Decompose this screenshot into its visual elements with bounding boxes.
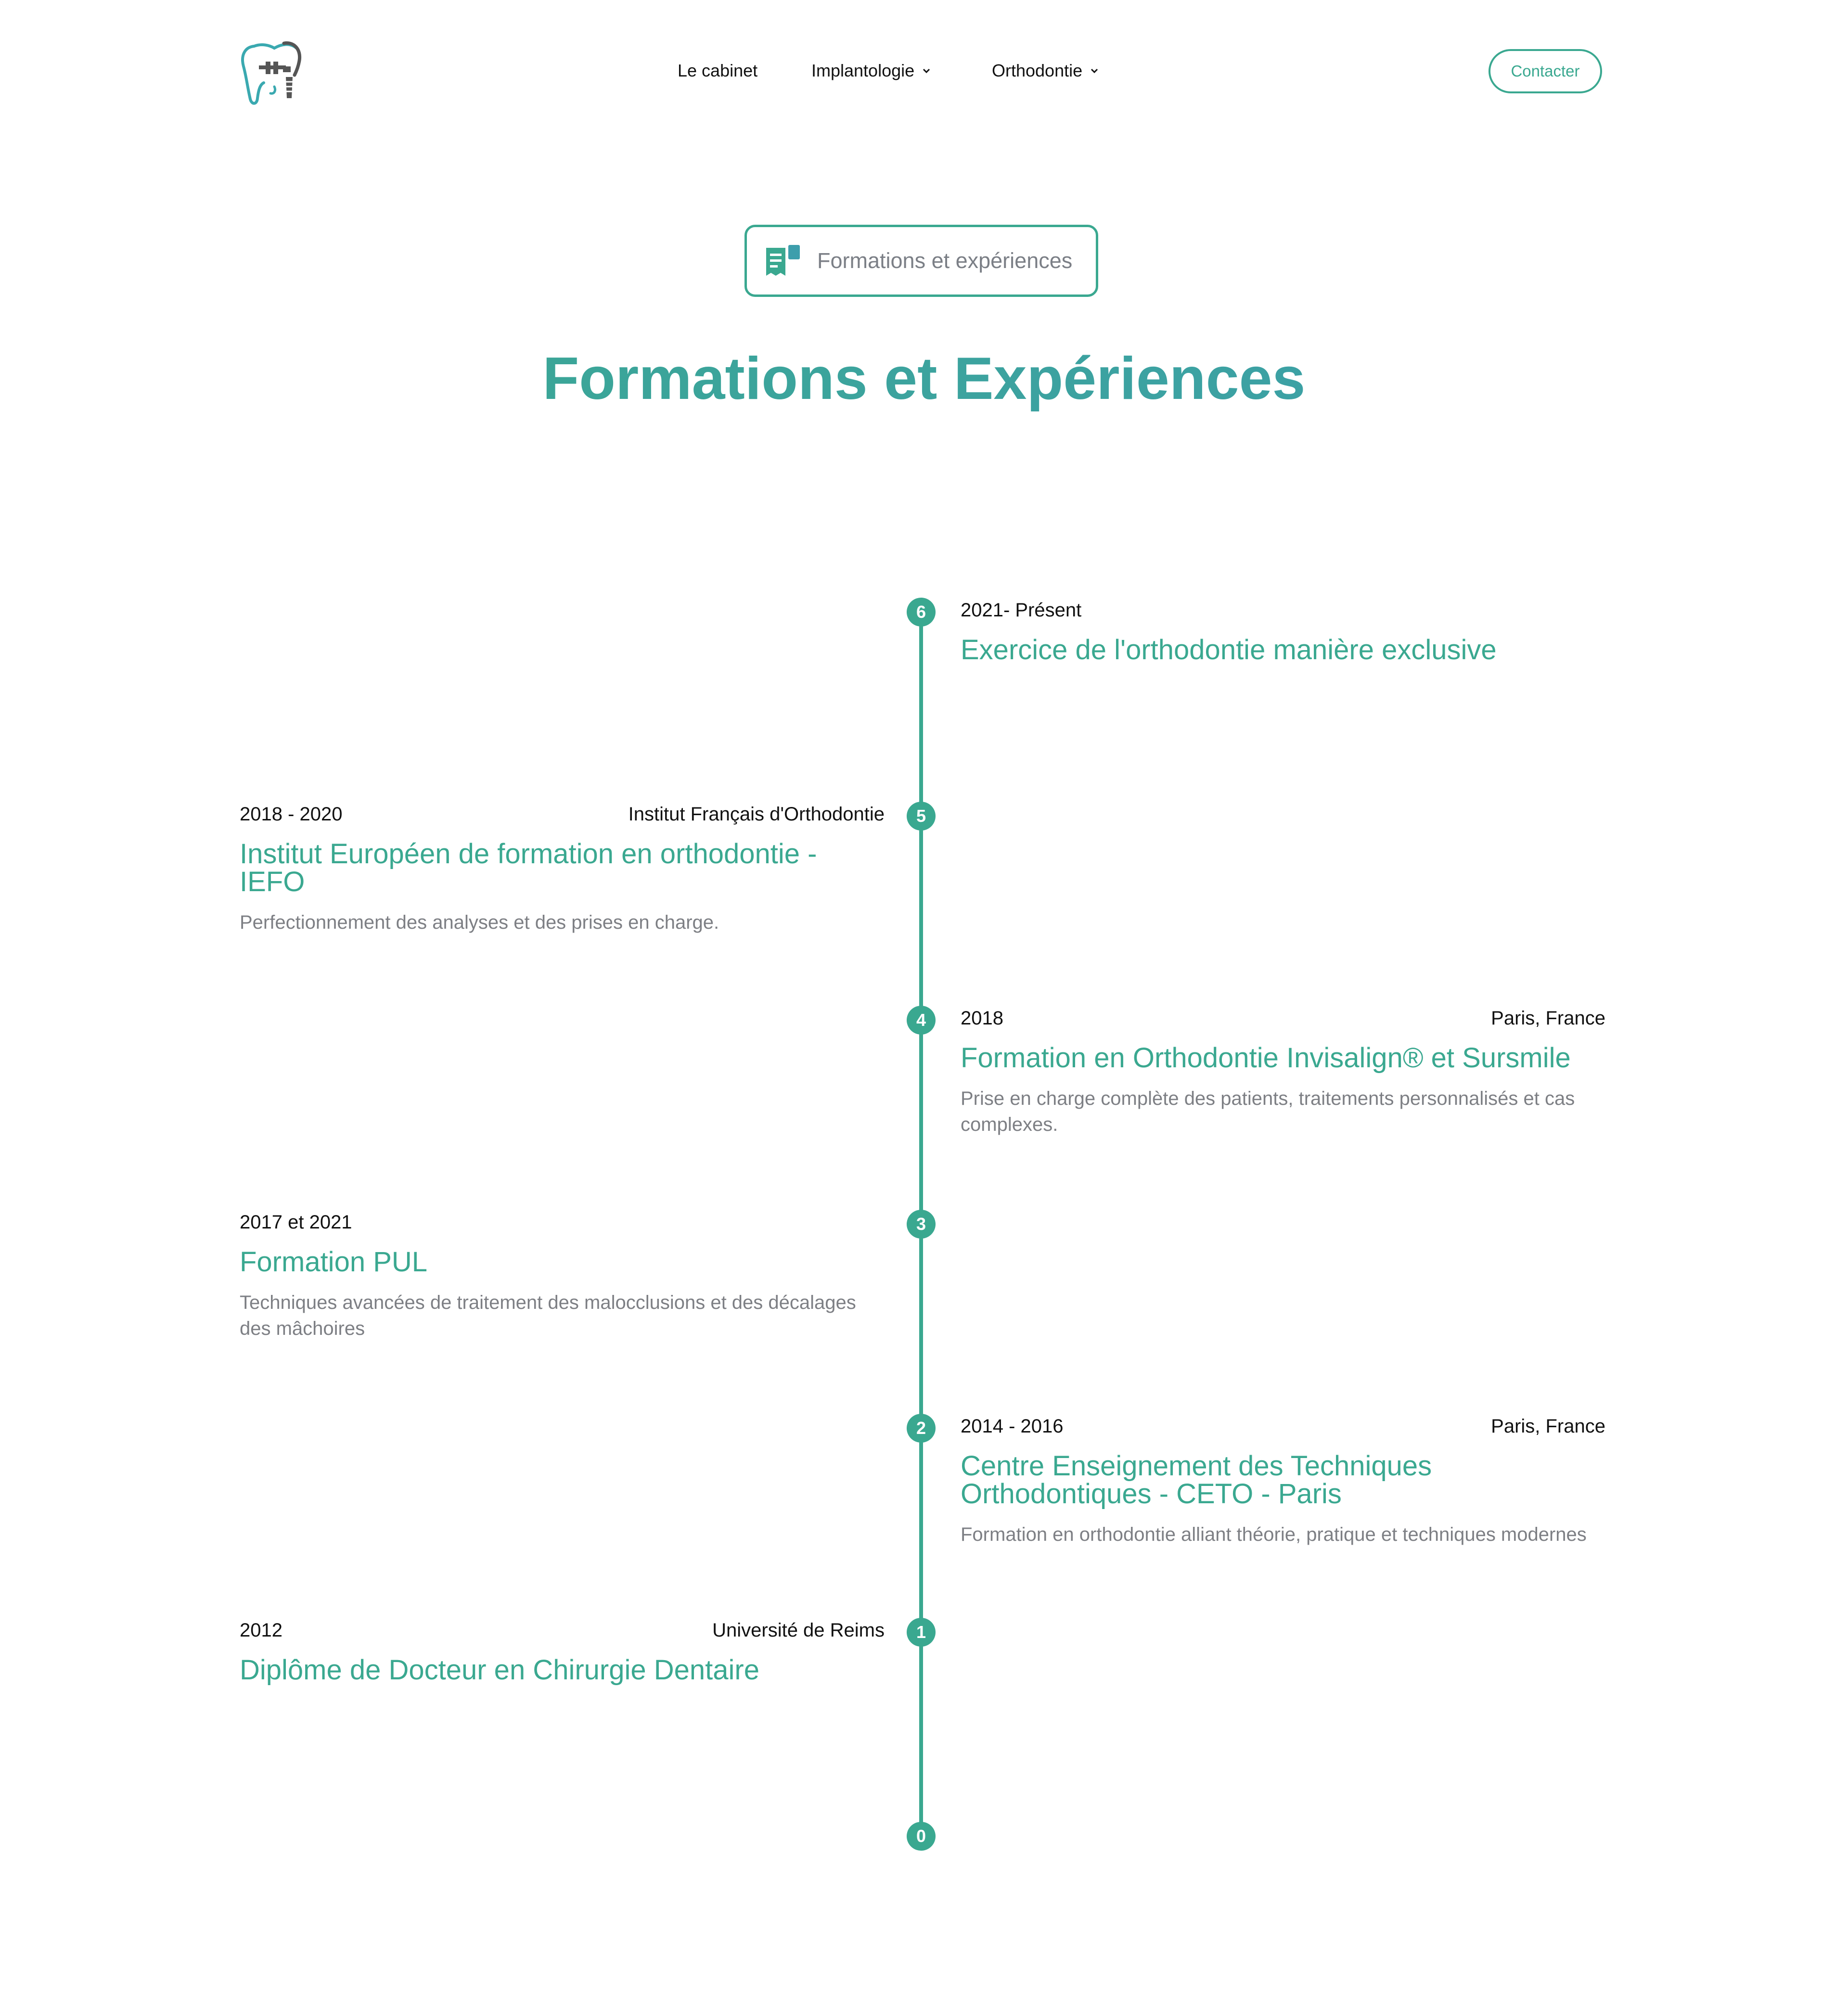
entry-date: 2014 - 2016 — [961, 1416, 1064, 1437]
entry-meta: 2014 - 2016 Paris, France — [961, 1415, 1605, 1438]
entry-date: 2018 — [961, 1008, 1003, 1029]
entry-title: Institut Européen de formation en orthod… — [240, 838, 817, 897]
entry-description: Formation en orthodontie alliant théorie… — [961, 1524, 1587, 1545]
entry-description: Prise en charge complète des patients, t… — [961, 1088, 1575, 1135]
timeline-dot: 5 — [907, 802, 936, 831]
page-title: Formations et Expériences — [0, 343, 1848, 415]
nav-label: Le cabinet — [678, 61, 758, 80]
entry-meta: 2017 et 2021 — [240, 1211, 885, 1234]
logo[interactable] — [240, 37, 303, 108]
chevron-down-icon — [1091, 68, 1098, 74]
section-badge: Formations et expériences — [744, 225, 1098, 297]
timeline-dot: 6 — [907, 598, 936, 627]
entry-place: Institut Français d'Orthodontie — [628, 804, 885, 825]
timeline-dot: 2 — [907, 1414, 936, 1443]
entry-title: Diplôme de Docteur en Chirurgie Dentaire — [240, 1654, 759, 1686]
entry-place: Université de Reims — [712, 1620, 885, 1641]
nav-le-cabinet[interactable]: Le cabinet — [678, 61, 757, 81]
entry-meta: 2018 - 2020 Institut Français d'Orthodon… — [240, 803, 885, 826]
nav-implantologie[interactable]: Implantologie — [811, 61, 932, 81]
entry-meta: 2021- Présent — [961, 599, 1605, 622]
timeline-dot: 1 — [907, 1618, 936, 1647]
timeline-dot: 0 — [907, 1822, 936, 1851]
contact-label: Contacter — [1511, 62, 1580, 80]
timeline-entry: 2012 Université de Reims Diplôme de Doct… — [240, 1619, 885, 1684]
contact-button[interactable]: Contacter — [1489, 49, 1602, 93]
entry-date: 2018 - 2020 — [240, 804, 343, 825]
entry-meta: 2012 Université de Reims — [240, 1619, 885, 1642]
entry-date: 2021- Présent — [961, 600, 1082, 621]
entry-place: Paris, France — [1491, 1008, 1605, 1029]
timeline-entry: 2018 Paris, France Formation en Orthodon… — [961, 1007, 1605, 1138]
nav-orthodontie[interactable]: Orthodontie — [992, 61, 1100, 81]
timeline-entry: 2018 - 2020 Institut Français d'Orthodon… — [240, 803, 885, 935]
entry-description: Techniques avancées de traitement des ma… — [240, 1292, 856, 1339]
entry-title: Exercice de l'orthodontie manière exclus… — [961, 634, 1497, 665]
tooth-implant-logo-icon — [241, 41, 302, 105]
entry-date: 2012 — [240, 1620, 282, 1641]
timeline-entry: 2017 et 2021 Formation PUL Techniques av… — [240, 1211, 885, 1342]
entry-meta: 2018 Paris, France — [961, 1007, 1605, 1030]
entry-title: Formation en Orthodontie Invisalign® et … — [961, 1042, 1571, 1074]
timeline-dot: 4 — [907, 1006, 936, 1035]
entry-place: Paris, France — [1491, 1416, 1605, 1437]
entry-title: Formation PUL — [240, 1246, 428, 1278]
entry-date: 2017 et 2021 — [240, 1212, 352, 1233]
timeline-entry: 2021- Présent Exercice de l'orthodontie … — [961, 599, 1605, 664]
entry-description: Perfectionnement des analyses et des pri… — [240, 912, 719, 933]
document-icon — [766, 245, 800, 276]
badge-label: Formations et expériences — [817, 248, 1073, 273]
nav-label: Implantologie — [811, 61, 915, 80]
timeline-dot: 3 — [907, 1210, 936, 1239]
entry-title: Centre Enseignement des Techniques Ortho… — [961, 1450, 1432, 1510]
chevron-down-icon — [923, 68, 930, 74]
timeline-entry: 2014 - 2016 Paris, France Centre Enseign… — [961, 1415, 1605, 1548]
nav-label: Orthodontie — [992, 61, 1083, 80]
